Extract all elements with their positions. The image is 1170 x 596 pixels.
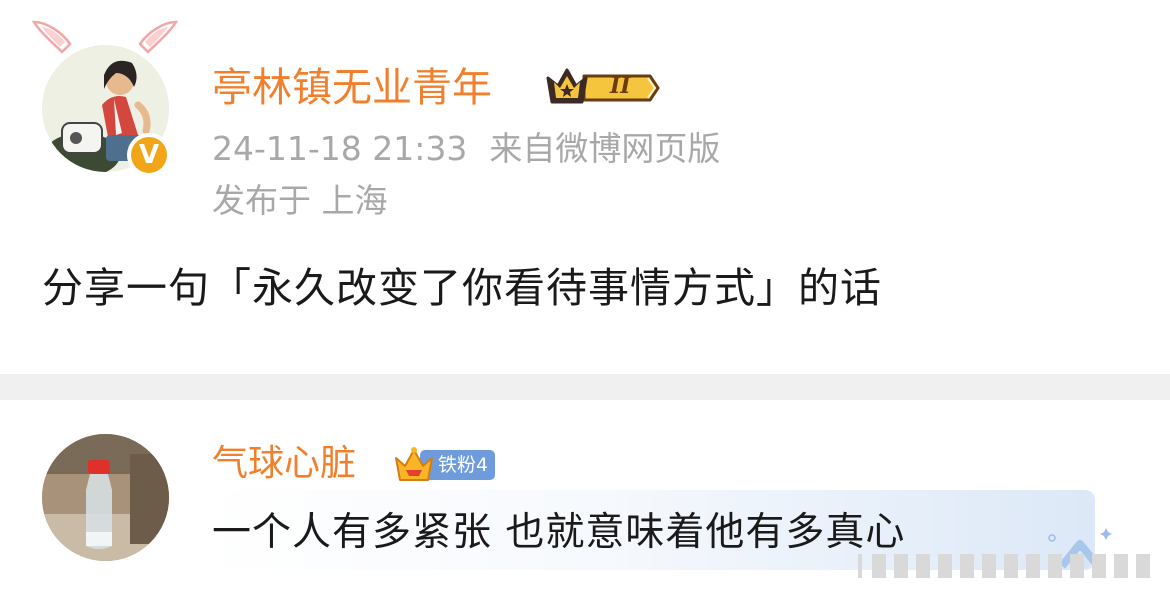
post-location: 发布于 上海 <box>212 181 388 220</box>
post-body-text: 分享一句「永久改变了你看待事情方式」的话 <box>42 264 882 312</box>
weibo-post: V 亭林镇无业青年 II 24-11-18 21:33 来自微博网页版 发布于 上… <box>0 0 1170 374</box>
watermark-stripes <box>858 554 1150 578</box>
post-timestamp: 24-11-18 21:33 <box>212 129 468 168</box>
crown-vip-icon[interactable]: II <box>544 64 660 110</box>
comment-author-name[interactable]: 气球心脏 <box>212 442 356 486</box>
verified-v-icon: V <box>127 133 171 177</box>
vip-badge-graphic <box>546 68 660 104</box>
post-meta: 24-11-18 21:33 来自微博网页版 <box>212 128 720 170</box>
post-source[interactable]: 来自微博网页版 <box>489 129 720 168</box>
comment-item: 气球心脏 铁粉4 一个人有多紧张 也就意味着他有多真心 <box>0 400 1170 596</box>
crown-fan-icon <box>395 447 433 481</box>
commenter-avatar[interactable] <box>42 434 169 561</box>
vip-level-label: II <box>610 73 631 99</box>
avatar-photo <box>42 434 169 561</box>
fan-badge[interactable]: 铁粉4 <box>392 442 504 486</box>
section-divider <box>0 374 1170 400</box>
post-author-name[interactable]: 亭林镇无业青年 <box>212 64 492 112</box>
comment-body-text: 一个人有多紧张 也就意味着他有多真心 <box>212 510 906 555</box>
